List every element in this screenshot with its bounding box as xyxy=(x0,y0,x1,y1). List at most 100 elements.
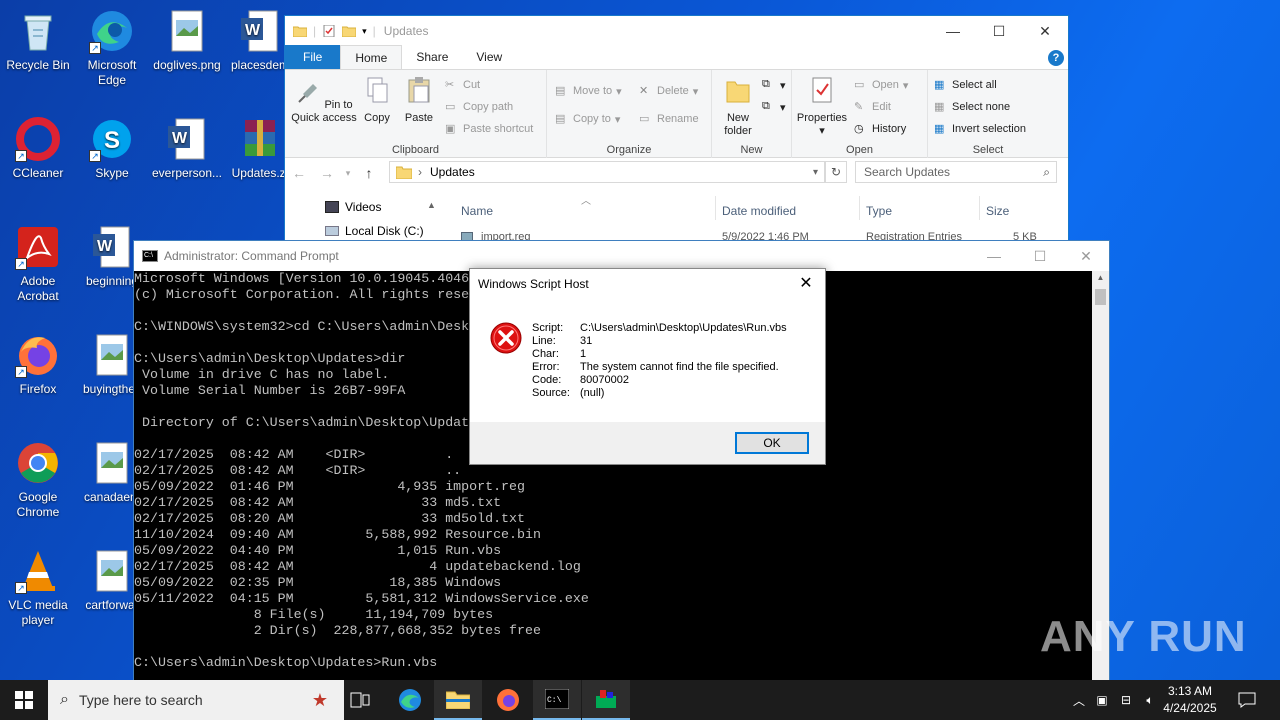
script-host-error-dialog: Windows Script Host ✕ Script: C:\Users\ad… xyxy=(469,268,826,465)
column-divider xyxy=(715,196,716,220)
chrome-icon[interactable]: Google Chrome xyxy=(0,440,76,520)
dialog-title: Windows Script Host xyxy=(478,277,589,291)
address-dropdown-icon[interactable]: ▾ xyxy=(813,167,818,178)
scroll-up-icon[interactable]: ▲ xyxy=(1092,273,1109,282)
new-item-button[interactable]: ⧉ ▾ xyxy=(762,78,786,92)
properties-icon[interactable] xyxy=(322,25,336,37)
desktop-icon-label: CCleaner xyxy=(12,166,64,180)
history-button[interactable]: ◷ History xyxy=(854,122,906,136)
notifications-icon[interactable] xyxy=(1224,680,1270,720)
address-bar[interactable]: › Updates ▾ xyxy=(389,161,825,183)
folder-icon xyxy=(396,166,412,179)
back-arrow-icon[interactable]: ← xyxy=(285,165,313,181)
network-icon[interactable]: ⊟ xyxy=(1114,693,1138,707)
column-type[interactable]: Type xyxy=(866,204,892,218)
copy-to-button[interactable]: ▤ Copy to ▾ xyxy=(555,112,620,126)
help-icon[interactable]: ? xyxy=(1048,50,1064,66)
recent-dropdown-icon[interactable]: ▾ xyxy=(341,168,355,179)
console-line: 05/11/2022 04:15 PM 5,581,312 WindowsSer… xyxy=(134,591,589,606)
breadcrumb[interactable]: Updates xyxy=(430,165,475,179)
search-highlight-icon: ★ xyxy=(311,689,328,710)
close-button[interactable]: ✕ xyxy=(1063,241,1109,271)
script-host-taskbar-icon[interactable] xyxy=(582,680,630,720)
pin-icon xyxy=(298,84,318,103)
edge-taskbar-icon[interactable] xyxy=(386,680,434,720)
column-name[interactable]: Name xyxy=(461,204,493,218)
select-all-icon: ▦ xyxy=(934,79,945,91)
tab-home[interactable]: Home xyxy=(340,45,403,69)
nav-item-videos[interactable]: Videos xyxy=(325,200,381,214)
detail-key: Error: xyxy=(532,361,560,373)
tab-file[interactable]: File xyxy=(285,45,341,69)
close-button[interactable]: ✕ xyxy=(1022,16,1068,46)
detail-row: Char: 1 xyxy=(532,348,787,361)
column-size[interactable]: Size xyxy=(986,204,1009,218)
word-doc-icon[interactable]: W everperson... xyxy=(149,116,225,181)
image-file-icon[interactable]: doglives.png xyxy=(149,8,225,73)
delete-button[interactable]: ✕ Delete ▾ xyxy=(639,84,698,98)
qat-dropdown-icon[interactable]: ▾ xyxy=(362,26,367,37)
maximize-button[interactable]: ☐ xyxy=(1017,241,1063,271)
minimize-button[interactable]: — xyxy=(971,241,1017,271)
show-hidden-icons-icon[interactable]: ︿ xyxy=(1068,692,1090,709)
open-button[interactable]: ▭ Open ▾ xyxy=(854,78,908,92)
ccleaner-icon[interactable]: ↗ CCleaner xyxy=(0,116,76,181)
new-folder-button[interactable]: New folder xyxy=(716,76,760,138)
invert-selection-label: Invert selection xyxy=(952,123,1026,135)
column-date-modified[interactable]: Date modified xyxy=(722,204,796,218)
search-icon: ⌕ xyxy=(60,691,69,708)
copy-path-button[interactable]: ▭ Copy path xyxy=(445,100,513,114)
rename-button[interactable]: ▭ Rename xyxy=(639,112,699,126)
maximize-button[interactable]: ☐ xyxy=(976,16,1022,46)
close-icon[interactable]: ✕ xyxy=(791,269,821,299)
cmd-taskbar-icon[interactable]: C:\ xyxy=(533,680,581,720)
new-folder-icon[interactable] xyxy=(342,25,357,37)
vlc-icon[interactable]: ↗ VLC media player xyxy=(0,548,76,628)
meet-now-icon[interactable]: ▣ xyxy=(1090,693,1114,707)
paste-button[interactable]: Paste xyxy=(399,76,439,125)
svg-text:W: W xyxy=(97,238,113,255)
firefox-taskbar-icon[interactable] xyxy=(484,680,532,720)
ok-button[interactable]: OK xyxy=(735,432,809,454)
search-input[interactable]: Search Updates ⌕ xyxy=(855,161,1057,183)
skype-icon[interactable]: S ↗ Skype xyxy=(74,116,150,181)
paste-shortcut-icon: ▣ xyxy=(445,123,456,135)
pin-quick-access-button[interactable]: Pin to Quick access xyxy=(289,76,359,125)
easy-access-icon: ⧉ xyxy=(762,100,770,112)
file-explorer-taskbar-icon[interactable] xyxy=(434,680,482,720)
paste-icon xyxy=(408,77,430,103)
cut-button[interactable]: ✂ Cut xyxy=(445,78,480,92)
nav-scroll-up-icon[interactable]: ▲ xyxy=(427,200,436,210)
easy-access-button[interactable]: ⧉ ▾ xyxy=(762,100,786,114)
invert-selection-button[interactable]: ▦ Invert selection xyxy=(934,122,1026,136)
nav-item-local-disk[interactable]: Local Disk (C:) xyxy=(325,224,424,238)
edge-icon[interactable]: ↗ Microsoft Edge xyxy=(74,8,150,88)
copy-button[interactable]: Copy xyxy=(359,76,395,125)
refresh-icon[interactable]: ↻ xyxy=(825,161,847,183)
minimize-button[interactable]: — xyxy=(930,16,976,46)
tab-share[interactable]: Share xyxy=(402,45,462,69)
select-none-button[interactable]: ▦ Select none xyxy=(934,100,1010,114)
detail-value: 31 xyxy=(580,335,593,347)
folder-icon xyxy=(293,26,307,37)
tab-view[interactable]: View xyxy=(462,45,516,69)
console-line: 02/17/2025 08:42 AM 33 md5.txt xyxy=(134,495,502,510)
select-all-button[interactable]: ▦ Select all xyxy=(934,78,997,92)
move-to-button[interactable]: ▤ Move to ▾ xyxy=(555,84,622,98)
properties-button[interactable]: Properties ▾ xyxy=(794,76,850,138)
select-none-label: Select none xyxy=(952,101,1011,113)
clock[interactable]: 3:13 AM 4/24/2025 xyxy=(1152,683,1228,717)
start-button[interactable] xyxy=(0,680,48,720)
window-title: Administrator: Command Prompt xyxy=(164,249,339,263)
recycle-bin-icon[interactable]: Recycle Bin xyxy=(0,8,76,73)
firefox-icon[interactable]: ↗ Firefox xyxy=(0,332,76,397)
edit-button[interactable]: ✎ Edit xyxy=(854,100,891,114)
forward-arrow-icon[interactable]: → xyxy=(313,165,341,181)
paste-shortcut-button[interactable]: ▣ Paste shortcut xyxy=(445,122,533,136)
taskbar-search-input[interactable]: ⌕ Type here to search ★ xyxy=(48,680,344,720)
scrollbar-thumb[interactable] xyxy=(1095,289,1106,305)
acrobat-icon[interactable]: ↗ Adobe Acrobat xyxy=(0,224,76,304)
up-arrow-icon[interactable]: ↑ xyxy=(355,165,383,181)
task-view-icon[interactable] xyxy=(336,680,384,720)
history-label: History xyxy=(872,123,907,135)
